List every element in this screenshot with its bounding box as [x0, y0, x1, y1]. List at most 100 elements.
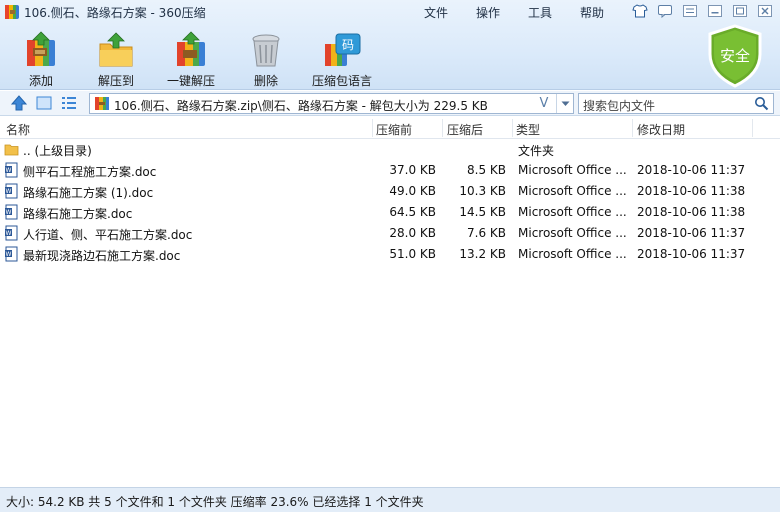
file-compressed-size: 14.5 KB — [459, 205, 506, 219]
chevron-down-icon — [561, 101, 570, 106]
svg-text:W: W — [6, 230, 12, 237]
status-text: 大小: 54.2 KB 共 5 个文件和 1 个文件夹 压缩率 23.6% 已经… — [6, 495, 424, 509]
minimize-icon — [708, 5, 722, 17]
delete-button[interactable]: 删除 — [234, 30, 298, 88]
list-header: 名称 压缩前 压缩后 类型 修改日期 — [0, 117, 780, 139]
shirt-icon — [632, 4, 648, 18]
close-button[interactable] — [756, 3, 774, 19]
address-bar[interactable]: 106.侧石、路缘石方案.zip\侧石、路缘石方案 - 解包大小为 229.5 … — [89, 93, 574, 114]
archive-language-icon: 码 — [325, 33, 361, 66]
add-archive-icon — [27, 31, 55, 66]
maximize-icon — [733, 5, 747, 17]
one-click-extract-label: 一键解压 — [166, 74, 215, 88]
search-box[interactable]: 搜索包内文件 — [578, 93, 774, 114]
word-document-icon: W — [5, 225, 18, 241]
address-row: 106.侧石、路缘石方案.zip\侧石、路缘石方案 - 解包大小为 229.5 … — [0, 91, 780, 116]
feedback-button[interactable] — [656, 3, 674, 19]
word-document-icon: W — [5, 162, 18, 178]
security-label: 安全 — [720, 47, 750, 65]
file-modified: 2018-10-06 11:37 — [637, 247, 746, 261]
menu-help[interactable]: 帮助 — [566, 4, 618, 21]
menu-lines-icon — [683, 5, 697, 17]
file-name: 路缘石施工方案.doc — [23, 207, 133, 221]
one-click-extract-button[interactable]: 一键解压 — [159, 30, 223, 88]
file-type: Microsoft Office ... — [518, 226, 627, 240]
svg-text:W: W — [6, 188, 12, 195]
svg-text:W: W — [6, 251, 12, 258]
column-header-modified[interactable]: 修改日期 — [637, 121, 685, 138]
zip-file-icon — [95, 97, 109, 110]
message-icon — [658, 5, 672, 18]
address-v-label: V — [539, 96, 549, 111]
address-path: 106.侧石、路缘石方案.zip\侧石、路缘石方案 - 解包大小为 229.5 … — [114, 99, 488, 113]
table-row[interactable]: W 路缘石施工方案 (1).doc 49.0 KB 10.3 KB Micros… — [0, 181, 780, 202]
archive-language-button[interactable]: 码 压缩包语言 — [309, 30, 375, 88]
title-bar: 106.侧石、路缘石方案 - 360压缩 文件 操作 工具 帮助 — [0, 0, 780, 24]
table-row[interactable]: W 最新现浇路边石施工方案.doc 51.0 KB 13.2 KB Micros… — [0, 244, 780, 265]
top-panel: 106.侧石、路缘石方案 - 360压缩 文件 操作 工具 帮助 添加 解压到 … — [0, 0, 780, 90]
parent-directory-name: .. (上级目录) — [23, 144, 92, 158]
add-label: 添加 — [28, 74, 53, 88]
table-row[interactable]: W 路缘石施工方案.doc 64.5 KB 14.5 KB Microsoft … — [0, 202, 780, 223]
word-document-icon: W — [5, 183, 18, 199]
parent-directory-row[interactable]: .. (上级目录) 文件夹 — [0, 139, 780, 160]
file-name: 路缘石施工方案 (1).doc — [23, 186, 154, 200]
menu-tools[interactable]: 工具 — [514, 4, 566, 21]
file-compressed-size: 8.5 KB — [467, 163, 506, 177]
window-title: 106.侧石、路缘石方案 - 360压缩 — [24, 6, 206, 20]
file-packed-size: 51.0 KB — [389, 247, 436, 261]
file-name: 最新现浇路边石施工方案.doc — [23, 249, 181, 263]
add-button[interactable]: 添加 — [9, 30, 73, 88]
archive-language-label: 压缩包语言 — [311, 74, 372, 88]
column-header-compressed[interactable]: 压缩后 — [447, 121, 483, 138]
file-list: 名称 压缩前 压缩后 类型 修改日期 .. (上级目录) 文件夹 W 侧平石工程… — [0, 117, 780, 487]
list-view-icon[interactable] — [60, 95, 78, 111]
delete-icon — [252, 34, 280, 67]
parent-directory-type: 文件夹 — [518, 144, 555, 158]
file-modified: 2018-10-06 11:38 — [637, 184, 746, 198]
large-icon-view-icon[interactable] — [35, 95, 53, 111]
maximize-button[interactable] — [731, 3, 749, 19]
column-header-packed[interactable]: 压缩前 — [376, 121, 412, 138]
file-compressed-size: 13.2 KB — [459, 247, 506, 261]
file-name: 侧平石工程施工方案.doc — [23, 165, 157, 179]
file-name: 人行道、侧、平石施工方案.doc — [23, 228, 193, 242]
search-icon[interactable] — [754, 96, 769, 111]
search-input[interactable]: 搜索包内文件 — [583, 97, 655, 114]
menu-button[interactable] — [681, 3, 699, 19]
file-packed-size: 37.0 KB — [389, 163, 436, 177]
file-packed-size: 28.0 KB — [389, 226, 436, 240]
minimize-button[interactable] — [706, 3, 724, 19]
file-packed-size: 49.0 KB — [389, 184, 436, 198]
menu-file[interactable]: 文件 — [410, 4, 462, 21]
file-type: Microsoft Office ... — [518, 205, 627, 219]
file-type: Microsoft Office ... — [518, 247, 627, 261]
extract-to-icon — [99, 32, 133, 67]
file-type: Microsoft Office ... — [518, 184, 627, 198]
delete-label: 删除 — [253, 74, 278, 88]
address-dropdown-button[interactable] — [556, 94, 574, 113]
status-bar: 大小: 54.2 KB 共 5 个文件和 1 个文件夹 压缩率 23.6% 已经… — [0, 487, 780, 512]
column-header-name[interactable]: 名称 — [6, 121, 30, 138]
menu-operation[interactable]: 操作 — [462, 4, 514, 21]
svg-text:码: 码 — [342, 38, 354, 52]
skin-button[interactable] — [631, 3, 649, 19]
one-click-extract-icon — [177, 31, 205, 66]
menu-bar: 文件 操作 工具 帮助 — [410, 4, 618, 21]
up-arrow-icon[interactable] — [10, 95, 28, 111]
security-shield-icon[interactable]: 安全 — [706, 24, 764, 88]
svg-text:W: W — [6, 209, 12, 216]
extract-to-button[interactable]: 解压到 — [84, 30, 148, 88]
table-row[interactable]: W 侧平石工程施工方案.doc 37.0 KB 8.5 KB Microsoft… — [0, 160, 780, 181]
file-type: Microsoft Office ... — [518, 163, 627, 177]
file-compressed-size: 10.3 KB — [459, 184, 506, 198]
table-row[interactable]: W 人行道、侧、平石施工方案.doc 28.0 KB 7.6 KB Micros… — [0, 223, 780, 244]
window-controls — [631, 3, 774, 19]
address-v-button[interactable]: V — [534, 94, 554, 113]
word-document-icon: W — [5, 204, 18, 220]
file-packed-size: 64.5 KB — [389, 205, 436, 219]
file-compressed-size: 7.6 KB — [467, 226, 506, 240]
word-document-icon: W — [5, 246, 18, 262]
file-modified: 2018-10-06 11:38 — [637, 205, 746, 219]
column-header-type[interactable]: 类型 — [516, 121, 540, 138]
